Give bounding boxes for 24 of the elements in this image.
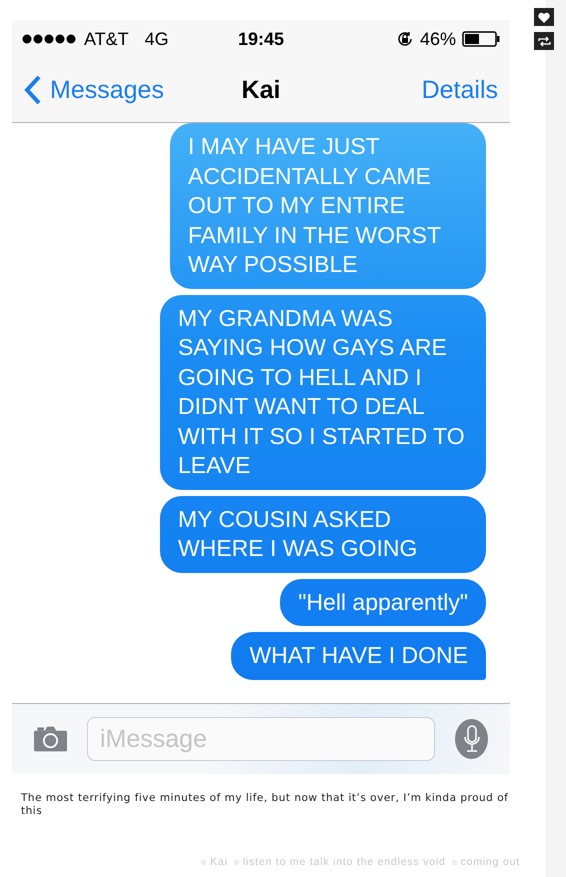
heart-icon (538, 12, 550, 22)
details-button[interactable]: Details (335, 76, 498, 104)
microphone-button[interactable] (455, 719, 488, 759)
rotation-lock-icon (396, 30, 414, 48)
carrier-label: AT&T (84, 28, 129, 50)
network-label: 4G (144, 28, 169, 50)
camera-icon (34, 724, 67, 754)
message-bubble: "Hell apparently" (280, 578, 486, 626)
battery-percent: 46% (420, 28, 456, 50)
message-bubble: WHAT HAVE I DONE (231, 632, 486, 680)
like-button[interactable] (534, 8, 554, 26)
chevron-left-icon (24, 75, 42, 105)
signal-icon (22, 34, 78, 44)
message-bubble: MY COUSIN ASKED WHERE I WAS GOING (160, 496, 486, 572)
back-button[interactable]: Messages (24, 75, 187, 105)
contact-name: Kai (240, 76, 282, 104)
reblog-button[interactable] (534, 32, 554, 50)
battery-icon (462, 31, 500, 47)
message-bubble: MY GRANDMA WAS SAYING HOW GAYS ARE GOING TO HELL AND I DIDNT WANT TO DEAL WITH IT SO I STARTED TO LEAVE (160, 294, 486, 490)
message-bubble: I MAY HAVE JUST ACCIDENTALLY CAME OUT TO MY ENTIRE FAMILY IN THE WORST WAY POSSIBLE (170, 123, 486, 288)
reblog-icon (538, 36, 550, 46)
post-caption: The most terrifying five minutes of my life, but now that it’s over, I’m kinda proud of this (21, 792, 510, 818)
microphone-icon (462, 725, 480, 753)
clock-time: 19:45 (238, 28, 284, 50)
